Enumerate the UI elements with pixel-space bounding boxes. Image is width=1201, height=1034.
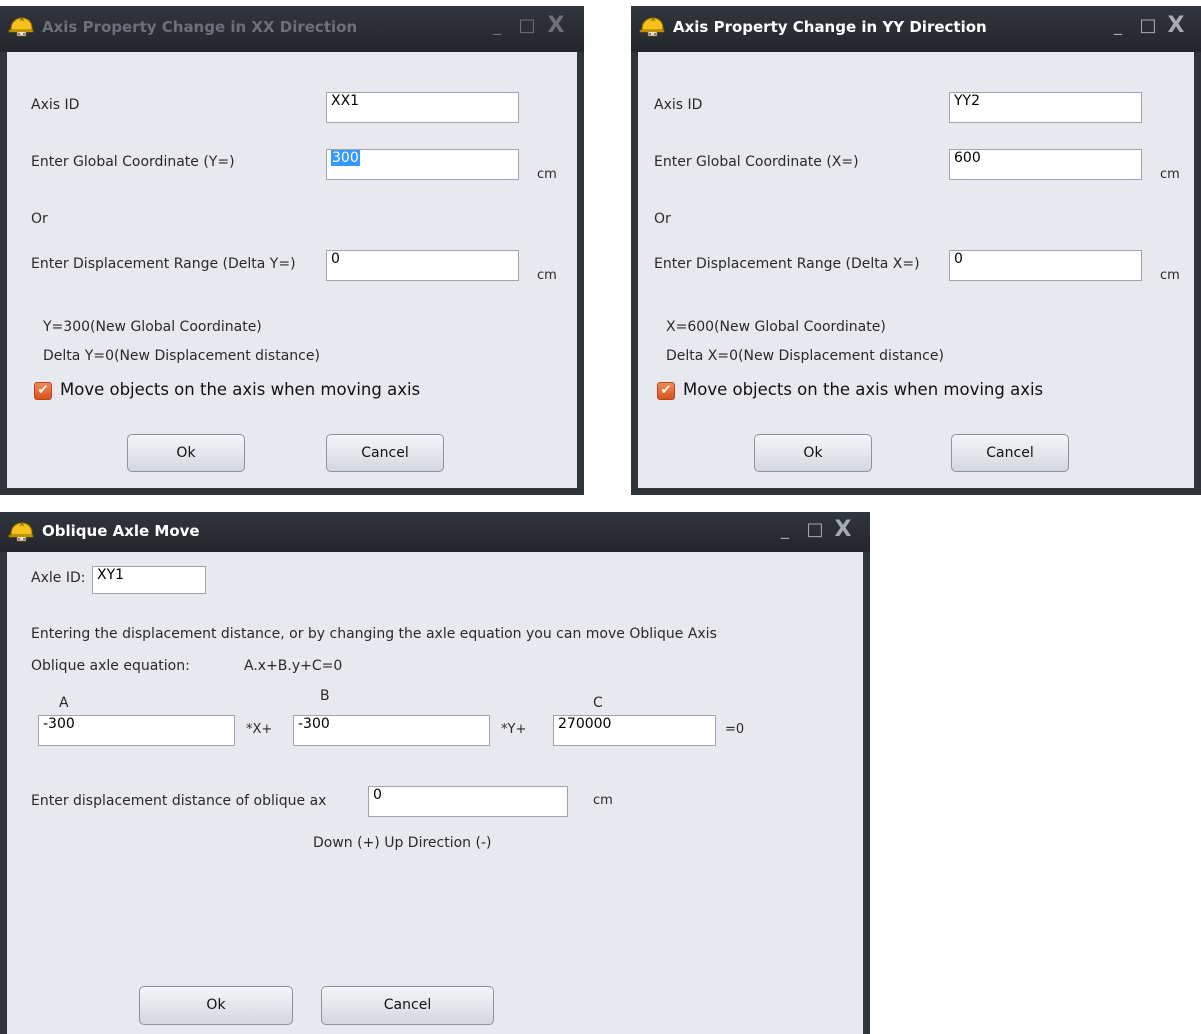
displacement-unit: cm: [1160, 268, 1180, 283]
axis-id-input[interactable]: YY2: [949, 92, 1142, 123]
dialog-body: Axis ID YY2 Enter Global Coordinate (X=)…: [638, 52, 1194, 488]
equation-text: A.x+B.y+C=0: [244, 658, 343, 674]
close-icon[interactable]: X: [832, 519, 854, 541]
axle-id-input[interactable]: XY1: [92, 566, 206, 594]
axis-xx-dialog: Axis Property Change in XX Direction _ □…: [0, 6, 584, 495]
axis-id-input[interactable]: XX1: [326, 92, 519, 123]
displacement-range-input[interactable]: 0: [326, 250, 519, 281]
ok-button[interactable]: Ok: [127, 434, 245, 472]
minimize-icon[interactable]: _: [1107, 15, 1129, 37]
axis-yy-dialog: Axis Property Change in YY Direction _ □…: [631, 6, 1201, 495]
coefficient-c-input[interactable]: 270000: [553, 715, 716, 746]
helmet-icon: [8, 16, 34, 38]
checkmark-icon: ✔: [660, 383, 672, 398]
displacement-range-input[interactable]: 0: [949, 250, 1142, 281]
axle-id-label: Axle ID:: [31, 570, 86, 586]
global-coordinate-input[interactable]: 600: [949, 149, 1142, 180]
title-bar[interactable]: Oblique Axle Move _ □ X: [0, 512, 870, 552]
new-displacement-info: Delta Y=0(New Displacement distance): [43, 348, 320, 364]
equation-label: Oblique axle equation:: [31, 658, 190, 674]
close-icon[interactable]: X: [1165, 15, 1187, 37]
maximize-icon[interactable]: □: [516, 15, 538, 37]
axis-id-label: Axis ID: [654, 97, 703, 113]
coefficient-a-input[interactable]: -300: [38, 715, 235, 746]
selected-text: 300: [331, 150, 360, 166]
or-label: Or: [31, 211, 48, 227]
coefficient-c-label: C: [593, 695, 603, 711]
minimize-icon[interactable]: _: [486, 15, 508, 37]
displacement-unit: cm: [593, 793, 613, 808]
instruction-text: Entering the displacement distance, or b…: [31, 626, 717, 642]
displacement-unit: cm: [537, 268, 557, 283]
move-objects-checkbox[interactable]: ✔: [34, 382, 52, 400]
maximize-icon[interactable]: □: [804, 519, 826, 541]
displacement-distance-input[interactable]: 0: [368, 786, 568, 817]
title-bar[interactable]: Axis Property Change in XX Direction _ □…: [0, 6, 584, 52]
window-title: Axis Property Change in YY Direction: [673, 18, 987, 36]
x-term-suffix: *X+: [246, 722, 273, 737]
global-coordinate-label: Enter Global Coordinate (Y=): [31, 154, 235, 170]
move-objects-label: Move objects on the axis when moving axi…: [683, 380, 1044, 399]
coefficient-b-input[interactable]: -300: [293, 715, 490, 746]
window-title: Oblique Axle Move: [42, 522, 200, 540]
displacement-distance-label: Enter displacement distance of oblique a…: [31, 793, 327, 809]
cancel-button[interactable]: Cancel: [321, 986, 494, 1025]
cancel-button[interactable]: Cancel: [951, 434, 1069, 472]
checkmark-icon: ✔: [37, 383, 49, 398]
move-objects-checkbox[interactable]: ✔: [657, 382, 675, 400]
helmet-icon: [639, 16, 665, 38]
coordinate-unit: cm: [1160, 167, 1180, 182]
ok-button[interactable]: Ok: [754, 434, 872, 472]
displacement-range-label: Enter Displacement Range (Delta X=): [654, 256, 920, 272]
window-title: Axis Property Change in XX Direction: [42, 18, 358, 36]
title-bar[interactable]: Axis Property Change in YY Direction _ □…: [631, 6, 1201, 52]
maximize-icon[interactable]: □: [1137, 15, 1159, 37]
dialog-body: Axle ID: XY1 Entering the displacement d…: [7, 552, 863, 1034]
or-label: Or: [654, 211, 671, 227]
global-coordinate-input[interactable]: 300: [326, 149, 519, 180]
move-objects-label: Move objects on the axis when moving axi…: [60, 380, 421, 399]
dialog-body: Axis ID XX1 Enter Global Coordinate (Y=)…: [7, 52, 577, 488]
helmet-icon: [8, 521, 34, 543]
close-icon[interactable]: X: [545, 15, 567, 37]
new-displacement-info: Delta X=0(New Displacement distance): [666, 348, 944, 364]
equals-zero-suffix: =0: [725, 722, 745, 737]
minimize-icon[interactable]: _: [774, 519, 796, 541]
cancel-button[interactable]: Cancel: [326, 434, 444, 472]
ok-button[interactable]: Ok: [139, 986, 293, 1025]
coordinate-unit: cm: [537, 167, 557, 182]
coefficient-a-label: A: [59, 695, 69, 711]
y-term-suffix: *Y+: [501, 722, 527, 737]
direction-hint: Down (+) Up Direction (-): [313, 835, 492, 851]
coefficient-b-label: B: [320, 688, 330, 704]
global-coordinate-label: Enter Global Coordinate (X=): [654, 154, 859, 170]
new-coordinate-info: X=600(New Global Coordinate): [666, 319, 886, 335]
new-coordinate-info: Y=300(New Global Coordinate): [43, 319, 262, 335]
oblique-axle-dialog: Oblique Axle Move _ □ X Axle ID: XY1 Ent…: [0, 512, 870, 1034]
axis-id-label: Axis ID: [31, 97, 80, 113]
displacement-range-label: Enter Displacement Range (Delta Y=): [31, 256, 296, 272]
